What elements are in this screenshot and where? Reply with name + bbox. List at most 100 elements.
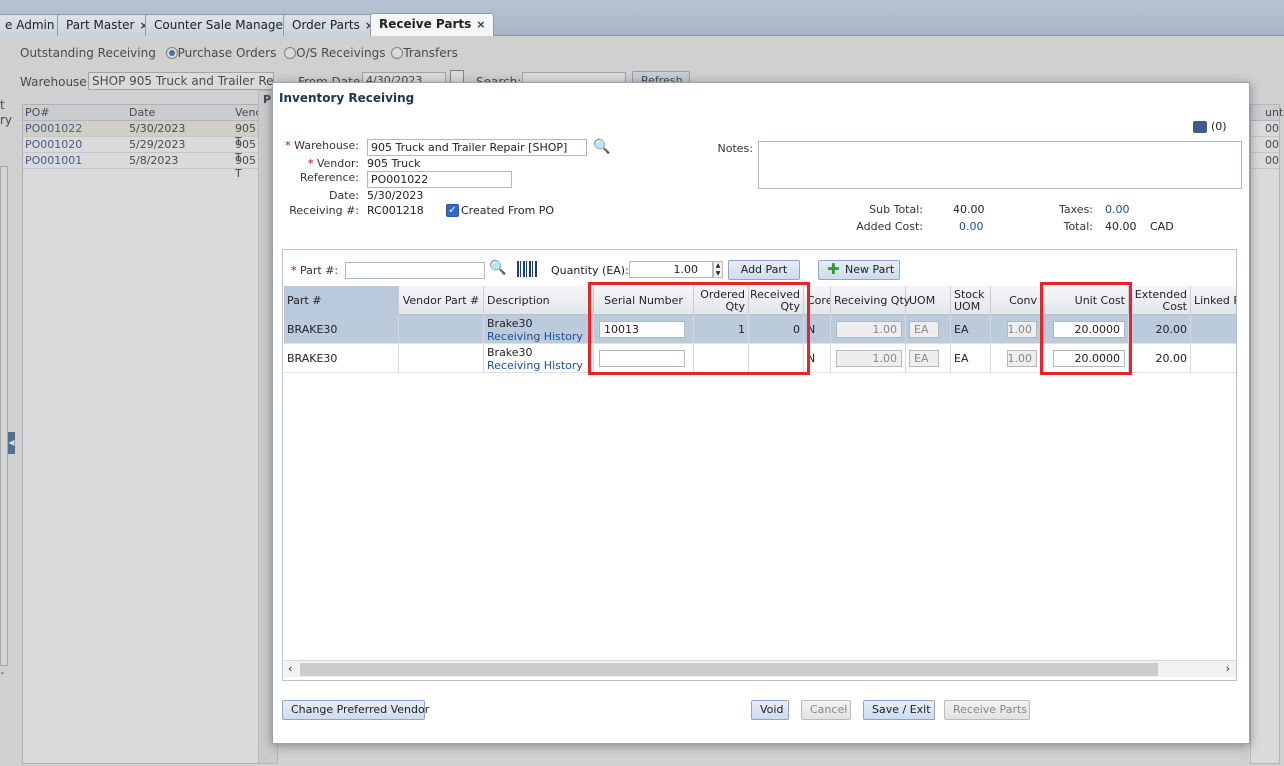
cell-description: Brake30 Receiving History [484,344,594,373]
date-label: Date: [329,189,359,202]
save-exit-button[interactable]: Save / Exit [863,700,935,720]
col-uom[interactable]: UOM [906,286,951,315]
cell-vendor-part [399,315,484,344]
tab-label: Counter Sale Manager [154,18,288,32]
tab-order-parts[interactable]: Order Parts× [283,14,384,36]
tab-label: Receive Parts [379,17,472,31]
horizontal-scrollbar[interactable]: ‹ › [284,660,1236,677]
col-linked[interactable]: Linked P [1191,286,1236,315]
col-conv[interactable]: Conv [991,286,1041,315]
description-text: Brake30 [487,316,533,330]
col-part-number[interactable]: Part # [284,286,399,315]
tab-label: Part Master [66,18,135,32]
warehouse-input[interactable]: 905 Truck and Trailer Repair [SHOP] [367,139,587,156]
total-value: 40.00 [1105,220,1137,233]
taxes-label: Taxes: [1058,203,1093,216]
uom-select: EA [909,321,939,338]
total-label: Total: [1063,220,1093,233]
cell-stock-uom: EA [951,315,991,344]
col-core[interactable]: Core [804,286,831,315]
scrollbar-thumb[interactable] [300,663,1158,676]
reference-label: Reference: [299,171,359,184]
tab-receive-parts[interactable]: Receive Parts × [370,13,495,37]
void-button[interactable]: Void [751,700,789,720]
table-row[interactable]: BRAKE30 Brake30 Receiving History N 1.00 … [284,344,1236,373]
inventory-receiving-dialog: Inventory Receiving (0) * Warehouse: 905… [272,82,1250,744]
part-number-label: * Part #: [291,264,339,277]
grid-header: Part # Vendor Part # Description Serial … [284,286,1236,315]
cell-extended-cost: 20.00 [1129,315,1191,344]
created-from-po-checkbox[interactable]: ✓ [446,204,459,217]
serial-number-input[interactable]: 10013 [599,321,685,338]
col-vendor-part[interactable]: Vendor Part # [399,286,484,315]
parts-panel: * Part #: 🔍 Quantity (EA): 1.00 ▲ ▼ Add P… [282,249,1237,681]
created-from-po-label: Created From PO [461,204,555,217]
quantity-stepper[interactable]: 1.00 [629,261,713,278]
col-description[interactable]: Description [484,286,594,315]
receiving-history-link[interactable]: Receiving History [487,330,583,343]
spinner-icon[interactable]: ▲ ▼ [713,261,723,278]
new-part-button[interactable]: ✚ New Part [818,260,900,280]
cell-conv: 1.00 [991,344,1041,373]
cell-receiving-qty: 1.00 [831,344,906,373]
quantity-label: Quantity (EA): [551,264,629,277]
col-ordered-qty[interactable]: Ordered Qty [694,286,749,315]
cell-vendor-part [399,344,484,373]
cancel-button[interactable]: Cancel [801,700,851,720]
col-extended-cost[interactable]: Extended Cost [1129,286,1191,315]
label-text: Vendor: [316,157,359,170]
cell-core: N [804,344,831,373]
vendor-value: 905 Truck [367,157,421,170]
tab-bar: e Admin × Part Master× Counter Sale Manag… [0,0,1284,37]
cell-part: BRAKE30 [284,344,399,373]
unit-cost-input[interactable]: 20.0000 [1053,350,1125,367]
cell-receiving-qty: 1.00 [831,315,906,344]
attachment-icon[interactable] [1193,121,1207,133]
cell-unit-cost: 20.0000 [1041,315,1129,344]
change-preferred-vendor-button[interactable]: Change Preferred Vendor [282,700,429,720]
reference-input[interactable]: PO001022 [367,171,512,188]
unit-cost-input[interactable]: 20.0000 [1053,321,1125,338]
dialog-title: Inventory Receiving [279,91,415,105]
search-icon[interactable]: 🔍 [593,139,610,155]
notes-textarea[interactable] [758,141,1242,189]
receive-parts-button[interactable]: Receive Parts [944,700,1030,720]
close-icon[interactable]: × [476,18,485,31]
receiving-qty-input: 1.00 [836,350,902,367]
cell-stock-uom: EA [951,344,991,373]
table-row[interactable]: BRAKE30 Brake30 Receiving History 10013 1… [284,315,1236,344]
cell-received [749,344,804,373]
tab-part-master[interactable]: Part Master× [57,14,158,36]
cell-uom: EA [906,315,951,344]
search-icon[interactable]: 🔍 [489,260,506,276]
cell-description: Brake30 Receiving History [484,315,594,344]
cell-serial: 10013 [594,315,694,344]
receiving-history-link[interactable]: Receiving History [487,359,583,372]
cell-core: N [804,315,831,344]
chevron-right-icon[interactable]: › [1226,662,1230,675]
attachment-count: (0) [1211,120,1227,133]
col-receiving-qty[interactable]: Receiving Qty [831,286,910,315]
notes-label: Notes: [717,142,753,155]
cell-part: BRAKE30 [284,315,399,344]
cell-extended-cost: 20.00 [1129,344,1191,373]
col-stock-uom[interactable]: Stock UOM [951,286,991,315]
button-label: New Part [845,263,895,276]
parts-grid: Part # Vendor Part # Description Serial … [284,286,1236,646]
added-cost-value[interactable]: 0.00 [959,220,984,233]
cell-ordered [694,344,749,373]
barcode-icon[interactable] [517,261,537,277]
col-received-qty[interactable]: Received Qty [749,286,804,315]
cell-received: 0 [749,315,804,344]
conv-input: 1.00 [1007,350,1037,367]
subtotal-value: 40.00 [953,203,985,216]
chevron-left-icon[interactable]: ‹ [288,662,292,675]
taxes-value[interactable]: 0.00 [1105,203,1130,216]
part-number-input[interactable] [345,262,485,279]
serial-number-input[interactable] [599,350,685,367]
currency: CAD [1150,220,1174,233]
col-unit-cost[interactable]: Unit Cost [1041,286,1129,315]
add-part-button[interactable]: Add Part [728,260,800,280]
description-text: Brake30 [487,345,533,359]
col-serial-number[interactable]: Serial Number [594,286,694,315]
